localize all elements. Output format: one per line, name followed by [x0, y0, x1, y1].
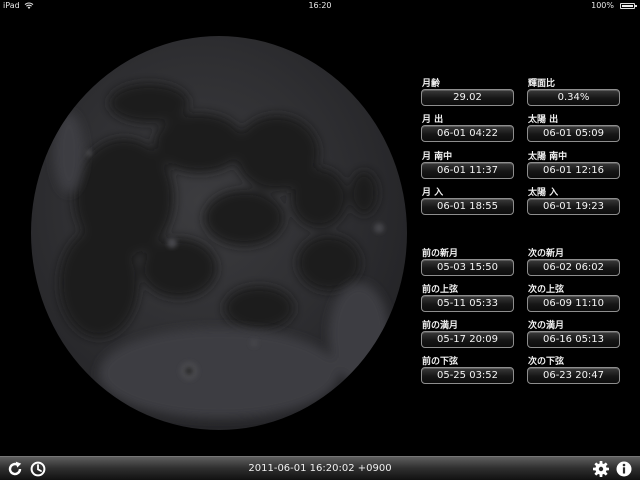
- moon-age-value: 29.02: [421, 89, 514, 106]
- battery-icon: [620, 3, 637, 9]
- battery-percent: 100%: [591, 1, 614, 10]
- prev-full-moon-value: 05-17 20:09: [421, 331, 514, 348]
- status-time: 16:20: [308, 1, 332, 10]
- sun-transit-value: 06-01 12:16: [527, 162, 620, 179]
- moonset-value: 06-01 18:55: [421, 198, 514, 215]
- moon-transit-value: 06-01 11:37: [421, 162, 514, 179]
- gear-icon[interactable]: [592, 460, 610, 478]
- illumination-value: 0.34%: [527, 89, 620, 106]
- sunrise-value: 06-01 05:09: [527, 125, 620, 142]
- prev-first-quarter-value: 05-11 05:33: [421, 295, 514, 312]
- next-first-quarter-value: 06-09 11:10: [527, 295, 620, 312]
- moonrise-value: 06-01 04:22: [421, 125, 514, 142]
- bottom-toolbar: 2011-06-01 16:20:02 +0900: [0, 456, 640, 480]
- next-new-moon-value: 06-02 06:02: [527, 259, 620, 276]
- moon-image: [31, 36, 407, 430]
- status-bar: iPad 16:20 100%: [0, 0, 640, 12]
- info-icon[interactable]: [615, 460, 633, 478]
- next-full-moon-value: 06-16 05:13: [527, 331, 620, 348]
- prev-new-moon-value: 05-03 15:50: [421, 259, 514, 276]
- app-screen: iPad 16:20 100% 月齢 29.02 輝面比 0.34% 月 出 0…: [0, 0, 640, 480]
- current-datetime: 2011-06-01 16:20:02 +0900: [248, 463, 392, 474]
- next-last-quarter-value: 06-23 20:47: [527, 367, 620, 384]
- prev-last-quarter-value: 05-25 03:52: [421, 367, 514, 384]
- sunset-value: 06-01 19:23: [527, 198, 620, 215]
